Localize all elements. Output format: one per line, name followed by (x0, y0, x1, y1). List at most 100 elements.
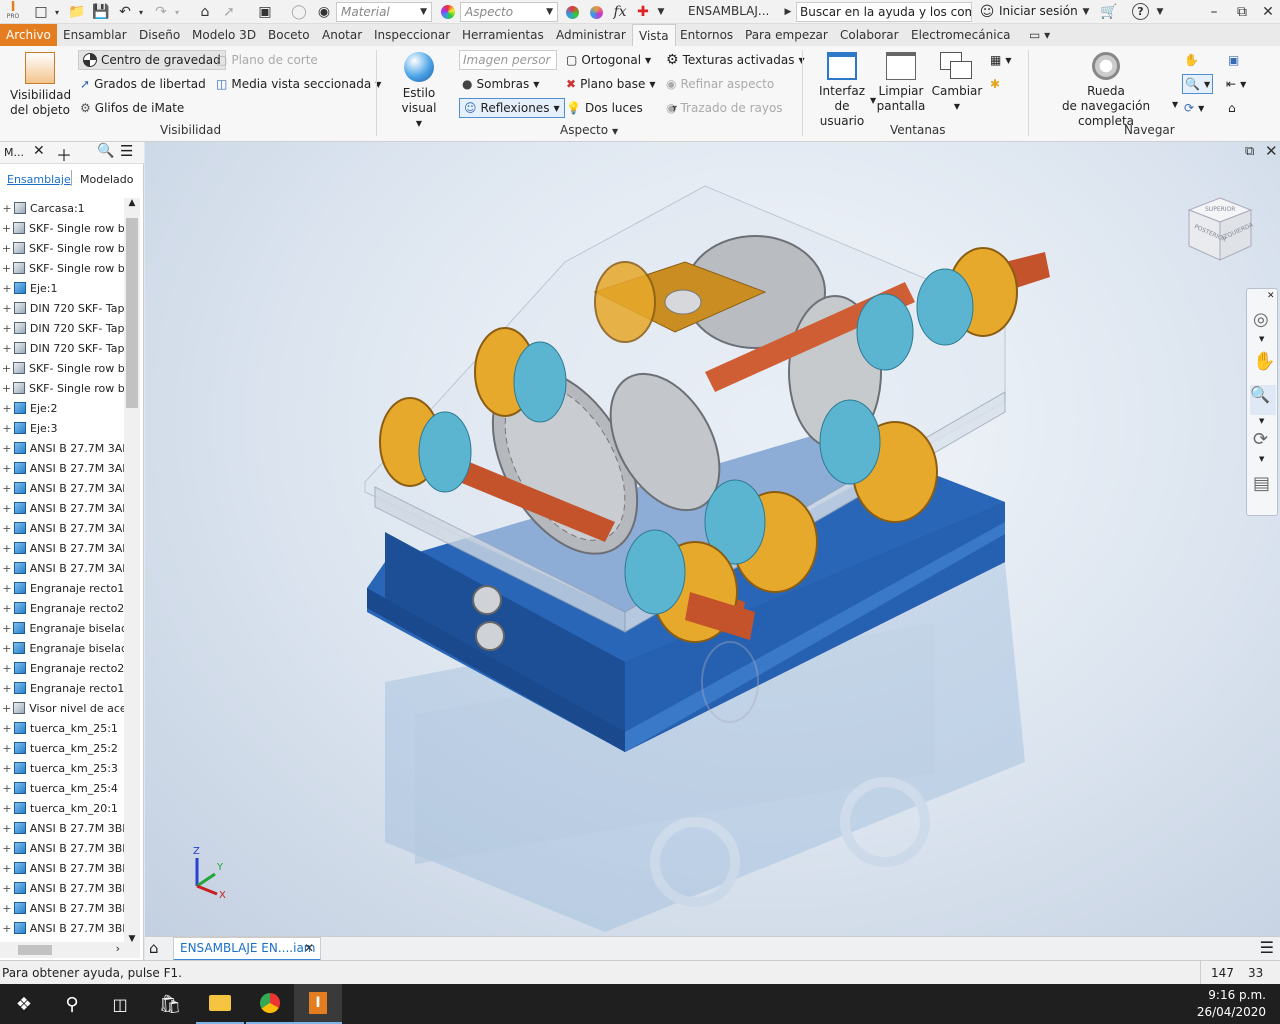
tile-windows-button[interactable]: ▦ ▼ (990, 50, 1012, 70)
help-dropdown-icon[interactable]: ▼ (1154, 2, 1166, 22)
measure-icon[interactable]: ◯ (288, 2, 310, 22)
expand-icon[interactable]: + (0, 762, 14, 775)
browser-tree-item[interactable]: + Visor nivel de acei (0, 698, 124, 718)
restore-icon[interactable]: ⧉ (1228, 2, 1256, 22)
system-clock[interactable]: 9:16 p.m. 26/04/2020 (1197, 987, 1266, 1021)
browser-tree-item[interactable]: + Eje:1 (0, 278, 124, 298)
browser-tree-item[interactable]: + ANSI B 27.7M 3BI (0, 858, 124, 878)
navbar-wheel-icon[interactable]: ◎ (1253, 309, 1269, 330)
tab-herramientas[interactable]: Herramientas (456, 24, 550, 46)
tile-dropdown-icon[interactable]: ▼ (1005, 56, 1011, 65)
expand-icon[interactable]: + (0, 462, 14, 475)
look-at-button[interactable]: ▣ (1228, 50, 1239, 70)
store-icon[interactable]: 🛍 (146, 984, 194, 1024)
shadows-button[interactable]: ● Sombras ▼ (462, 74, 539, 94)
scroll-up-icon[interactable]: ▲ (124, 198, 140, 208)
start-button-icon[interactable]: ❖ (0, 984, 48, 1024)
dof-button[interactable]: ➚ Grados de libertad (80, 74, 206, 94)
navbar-orbit-dropdown-icon[interactable]: ▼ (1259, 455, 1264, 463)
browser-vscroll-thumb[interactable] (126, 218, 138, 408)
expand-icon[interactable]: + (0, 362, 13, 375)
browser-tree-item[interactable]: + SKF- Single row ba (0, 238, 124, 258)
visual-style-button[interactable]: Estilo visual ▼ (384, 52, 454, 131)
browser-tree-item[interactable]: + Engranaje recto1 (0, 578, 124, 598)
viewcube-face-top[interactable]: SUPERIOR (1205, 206, 1235, 213)
signin-link[interactable]: Iniciar sesión (999, 4, 1078, 18)
inventor-taskbar-icon[interactable]: I (294, 984, 342, 1024)
scroll-right-icon[interactable]: › (116, 942, 120, 955)
browser-tree-item[interactable]: + Eje:2 (0, 398, 124, 418)
expand-icon[interactable]: + (0, 842, 14, 855)
shadows-dropdown-icon[interactable]: ▼ (533, 80, 539, 89)
expand-icon[interactable]: + (0, 862, 14, 875)
zoom-button[interactable]: 🔍 ▼ (1182, 74, 1214, 94)
appearance-panel-label[interactable]: Aspecto ▼ (560, 123, 618, 137)
browser-search-icon[interactable]: 🔍 (97, 143, 114, 159)
expand-icon[interactable]: + (0, 202, 14, 215)
home-view-button[interactable]: ⌂ (1228, 98, 1236, 118)
expand-icon[interactable]: + (0, 662, 14, 675)
browser-tree-item[interactable]: + Eje:3 (0, 418, 124, 438)
browser-tree-item[interactable]: + Carcasa:1 (0, 198, 124, 218)
user-icon[interactable]: ☺ (978, 2, 996, 22)
browser-tree-item[interactable]: + ANSI B 27.7M 3BI (0, 818, 124, 838)
browser-tree-item[interactable]: + tuerca_km_25:4 (0, 778, 124, 798)
file-explorer-icon[interactable] (196, 984, 244, 1024)
expand-icon[interactable]: + (0, 422, 14, 435)
select-icon[interactable]: ➚ (218, 2, 240, 22)
expand-icon[interactable]: + (0, 382, 13, 395)
parameters-icon[interactable]: fx (610, 2, 630, 22)
browser-menu-icon[interactable]: ☰ (120, 142, 133, 160)
adjust-appearance-icon[interactable] (562, 2, 582, 22)
document-tab-close-icon[interactable]: ✕ (304, 938, 314, 958)
browser-tab-modeling[interactable]: Modelado (80, 173, 133, 186)
browser-tree-item[interactable]: + SKF- Single row ba (0, 358, 124, 378)
navbar-close-icon[interactable]: ✕ (1267, 291, 1275, 301)
imate-glyphs-button[interactable]: ⚙ Glifos de iMate (80, 98, 184, 118)
new-file-icon[interactable]: □ (30, 2, 52, 22)
tab-para-empezar[interactable]: Para empezar (739, 24, 834, 46)
refine-appearance-button[interactable]: ◉ Refinar aspecto (666, 74, 774, 94)
visual-style-dropdown-icon[interactable]: ▼ (384, 116, 454, 131)
switch-dropdown-icon[interactable]: ▼ (930, 99, 984, 114)
orthographic-dropdown-icon[interactable]: ▼ (645, 56, 651, 65)
browser-tree-item[interactable]: + DIN 720 SKF- Tap (0, 318, 124, 338)
previous-view-button[interactable]: ⇤ ▼ (1226, 74, 1246, 94)
ribbon-display-toggle-icon[interactable]: ▭ ▾ (1023, 24, 1056, 46)
expand-icon[interactable]: + (0, 342, 14, 355)
object-visibility-button[interactable]: Visibilidad del objeto (10, 52, 71, 118)
material-combo[interactable]: Material ▼ (336, 2, 432, 22)
expand-icon[interactable]: + (0, 442, 14, 455)
expand-icon[interactable]: + (0, 642, 13, 655)
expand-icon[interactable]: + (0, 882, 14, 895)
tab-entornos[interactable]: Entornos (674, 24, 739, 46)
tab-diseño[interactable]: Diseño (133, 24, 186, 46)
camera-combo[interactable]: Imagen persor (459, 50, 557, 70)
tab-colaborar[interactable]: Colaborar (834, 24, 905, 46)
expand-icon[interactable]: + (0, 722, 14, 735)
appearance-combo[interactable]: Aspecto ▼ (460, 2, 558, 22)
navbar-pan-icon[interactable]: ✋ (1253, 351, 1275, 372)
expand-icon[interactable]: + (0, 262, 13, 275)
switch-window-button[interactable]: Cambiar ▼ (930, 52, 984, 114)
navbar-zoom-dropdown-icon[interactable]: ▼ (1259, 417, 1264, 425)
minimize-icon[interactable]: – (1200, 2, 1228, 22)
orbit-button[interactable]: ⟳ ▼ (1184, 98, 1204, 118)
reflections-toggle[interactable]: ☺ Reflexiones ▼ (459, 98, 565, 118)
view-cube[interactable]: POSTERIOR IZQUIERDA SUPERIOR (1185, 194, 1255, 264)
undo-dropdown-icon[interactable]: ▾ (136, 2, 146, 22)
title-expand-icon[interactable]: ▶ (782, 2, 794, 22)
browser-tree-item[interactable]: + Engranaje recto1 (0, 678, 124, 698)
browser-tree-item[interactable]: + Engranaje biselad (0, 618, 124, 638)
close-icon[interactable]: ✕ (1256, 2, 1280, 22)
cart-icon[interactable]: 🛒 (1098, 2, 1120, 22)
undo-icon[interactable]: ↶ (114, 2, 136, 22)
document-tab[interactable]: ENSAMBLAJE EN....iam ✕ (173, 937, 321, 961)
inventor-app-icon[interactable]: I PRO (2, 1, 24, 22)
textures-button[interactable]: ⚙ Texturas activadas ▼ (666, 50, 805, 70)
ray-tracing-button[interactable]: ◉ Trazado de rayos (666, 98, 783, 118)
expand-icon[interactable]: + (0, 522, 14, 535)
expand-icon[interactable]: + (0, 582, 14, 595)
chrome-icon[interactable] (246, 984, 294, 1024)
search-icon[interactable]: ⚲ (48, 984, 96, 1024)
